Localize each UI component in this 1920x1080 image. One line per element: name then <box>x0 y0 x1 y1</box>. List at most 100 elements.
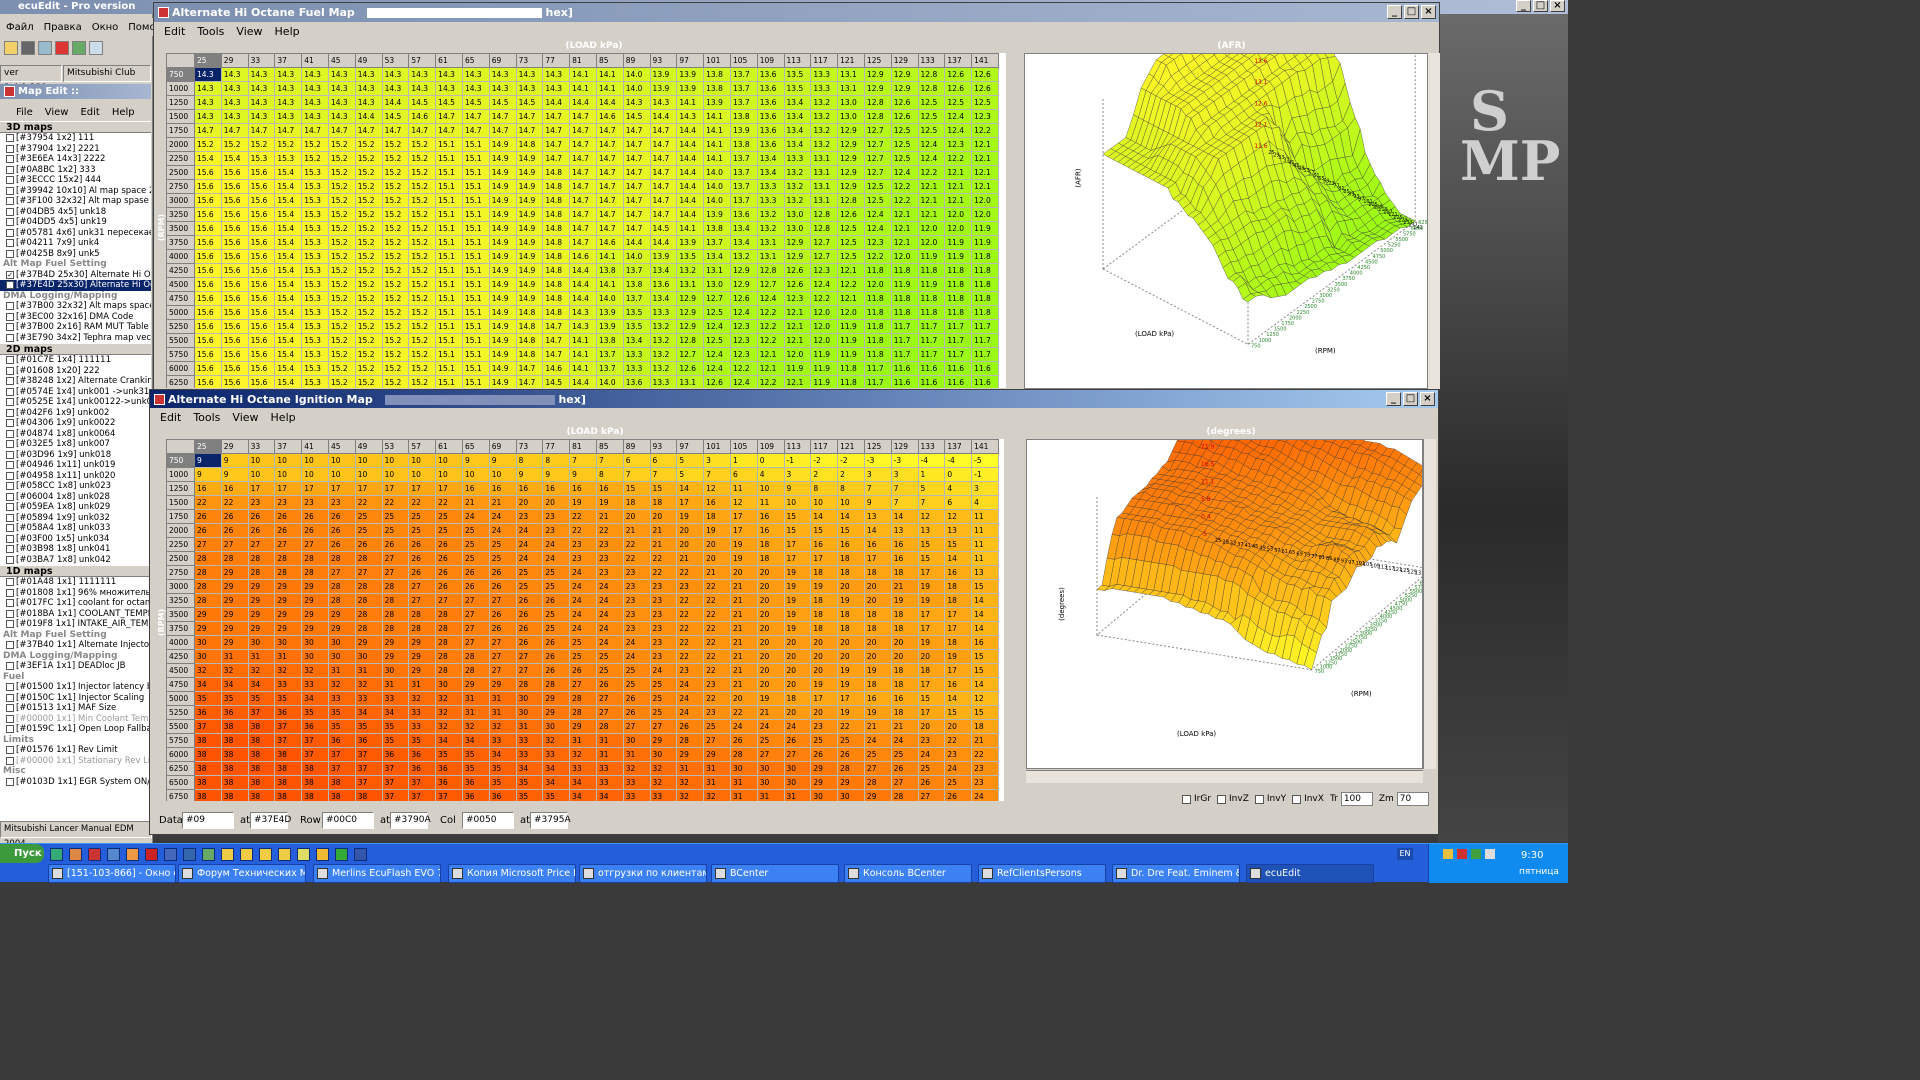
map-cell[interactable]: 33 <box>381 691 410 706</box>
map-cell[interactable]: 18 <box>890 621 919 636</box>
map-cell[interactable]: 38 <box>194 789 222 801</box>
quick-launch-icon[interactable] <box>107 848 120 861</box>
map-cell[interactable]: 31 <box>274 649 303 664</box>
map-cell[interactable]: 14.7 <box>488 109 517 124</box>
map-cell[interactable]: 13.7 <box>729 67 758 82</box>
map-cell[interactable]: 24 <box>488 509 517 524</box>
map-cell[interactable]: 20 <box>756 607 785 622</box>
map-cell[interactable]: 12.0 <box>917 221 946 236</box>
map-cell[interactable]: 14.3 <box>220 95 249 110</box>
map-cell[interactable]: 15.6 <box>247 235 276 250</box>
map-cell[interactable]: 13.2 <box>783 165 812 180</box>
map-cell[interactable]: 21 <box>488 495 517 510</box>
map-cell[interactable]: 12.0 <box>917 235 946 250</box>
map-cell[interactable]: 12.6 <box>971 67 999 82</box>
map-cell[interactable]: 11.9 <box>810 375 839 388</box>
map-cell[interactable]: 14 <box>810 509 839 524</box>
map-cell[interactable]: 14.1 <box>595 277 624 292</box>
map-cell[interactable]: 14.3 <box>220 109 249 124</box>
map-cell[interactable]: 34 <box>542 761 571 776</box>
map-cell[interactable]: 30 <box>301 649 329 664</box>
map-cell[interactable]: 27 <box>220 537 249 552</box>
map-cell[interactable]: 14.9 <box>488 151 517 166</box>
map-cell[interactable]: 24 <box>944 761 973 776</box>
map-cell[interactable]: 27 <box>703 733 731 748</box>
map-cell[interactable]: 13.5 <box>676 249 705 264</box>
map-cell[interactable]: 15 <box>917 537 946 552</box>
map-cell[interactable]: 14.7 <box>649 207 678 222</box>
map-cell[interactable]: 14.3 <box>461 67 490 82</box>
map-cell[interactable]: 38 <box>220 719 249 734</box>
map-cell[interactable]: 15.2 <box>194 137 222 152</box>
map-cell[interactable]: 15.4 <box>274 207 303 222</box>
map-cell[interactable]: 4 <box>944 481 973 496</box>
map-cell[interactable]: 12.2 <box>890 193 919 208</box>
map-cell[interactable]: 14.7 <box>649 165 678 180</box>
map-cell[interactable]: 23 <box>595 551 624 566</box>
map-cell[interactable]: 32 <box>622 761 651 776</box>
map-cell[interactable]: 14.7 <box>569 123 597 138</box>
map-cell[interactable]: 34 <box>515 761 544 776</box>
map-cell[interactable]: 32 <box>274 663 303 678</box>
map-cell[interactable]: 15.2 <box>408 249 437 264</box>
map-cell[interactable]: 3 <box>783 467 812 482</box>
map-cell[interactable]: 15 <box>649 481 678 496</box>
map-cell[interactable]: 19 <box>837 593 865 608</box>
map-cell[interactable]: 28 <box>354 593 383 608</box>
map-cell[interactable]: 12.5 <box>890 151 919 166</box>
tree-checkbox[interactable] <box>6 662 14 671</box>
invz-checkbox[interactable] <box>1217 794 1227 804</box>
map-cell[interactable]: 13.9 <box>595 305 624 320</box>
map-cell[interactable]: 23 <box>622 593 651 608</box>
invy-checkbox[interactable] <box>1254 794 1264 804</box>
map-cell[interactable]: 14.4 <box>354 109 383 124</box>
tree-item[interactable]: [#04211 7x9] unk4 <box>0 238 151 249</box>
map-cell[interactable]: 13.2 <box>810 137 839 152</box>
map-cell[interactable]: 14.7 <box>569 179 597 194</box>
map-cell[interactable]: 12.5 <box>863 179 892 194</box>
map-cell[interactable]: 22 <box>676 649 705 664</box>
map-cell[interactable]: 37 <box>381 775 410 790</box>
map-cell[interactable]: 17 <box>729 509 758 524</box>
map-cell[interactable]: 38 <box>274 775 303 790</box>
ign-chart-vscrollbar[interactable] <box>1423 439 1436 769</box>
map-cell[interactable]: 37 <box>274 733 303 748</box>
map-cell[interactable]: 24 <box>488 523 517 538</box>
map-cell[interactable]: 6 <box>649 453 678 468</box>
map-cell[interactable]: 12 <box>917 509 946 524</box>
map-cell[interactable]: 35 <box>488 775 517 790</box>
tree-item[interactable]: [#05781 4x6] unk31 пересекаетс <box>0 228 151 239</box>
fuel-3d-chart[interactable]: 11.612.112.613.113.614.114.615.115.62529… <box>1024 0 1431 389</box>
map-cell[interactable]: 25 <box>595 663 624 678</box>
map-cell[interactable]: 22 <box>194 495 222 510</box>
map-cell[interactable]: 13.6 <box>756 123 785 138</box>
tree-item[interactable]: ✓[#37E4D 25x30] Alternate Hi Octan <box>0 280 151 291</box>
map-cell[interactable]: 28 <box>408 607 437 622</box>
map-cell[interactable]: 10 <box>461 467 490 482</box>
map-cell[interactable]: 27 <box>488 649 517 664</box>
map-cell[interactable]: 27 <box>622 719 651 734</box>
map-cell[interactable]: 16 <box>863 691 892 706</box>
map-cell[interactable]: 26 <box>274 523 303 538</box>
map-cell[interactable]: 31 <box>408 677 437 692</box>
map-cell[interactable]: 15.6 <box>194 235 222 250</box>
map-cell[interactable]: 23 <box>622 565 651 580</box>
map-cell[interactable]: 14.0 <box>622 81 651 96</box>
map-cell[interactable]: 32 <box>327 677 356 692</box>
map-cell[interactable]: 27 <box>595 691 624 706</box>
map-cell[interactable]: 25 <box>408 509 437 524</box>
map-cell[interactable]: 14.4 <box>676 207 705 222</box>
map-cell[interactable]: 13.7 <box>622 263 651 278</box>
map-cell[interactable]: 12.1 <box>890 207 919 222</box>
map-cell[interactable]: 14.3 <box>327 95 356 110</box>
ignition-map-table[interactable]: 25 29 33 37 41 45 49 53 57 61 65 69 73 77 81 85 89 93 97 10… <box>166 439 999 801</box>
map-cell[interactable]: 12.4 <box>863 221 892 236</box>
map-cell[interactable]: 29 <box>194 621 222 636</box>
map-cell[interactable]: 15.6 <box>220 221 249 236</box>
map-cell[interactable]: 16 <box>890 551 919 566</box>
map-cell[interactable]: 27 <box>461 635 490 650</box>
map-cell[interactable]: 10 <box>354 467 383 482</box>
map-cell[interactable]: 13.4 <box>783 123 812 138</box>
map-cell[interactable]: 11.8 <box>890 263 919 278</box>
map-cell[interactable]: 14.8 <box>542 305 571 320</box>
